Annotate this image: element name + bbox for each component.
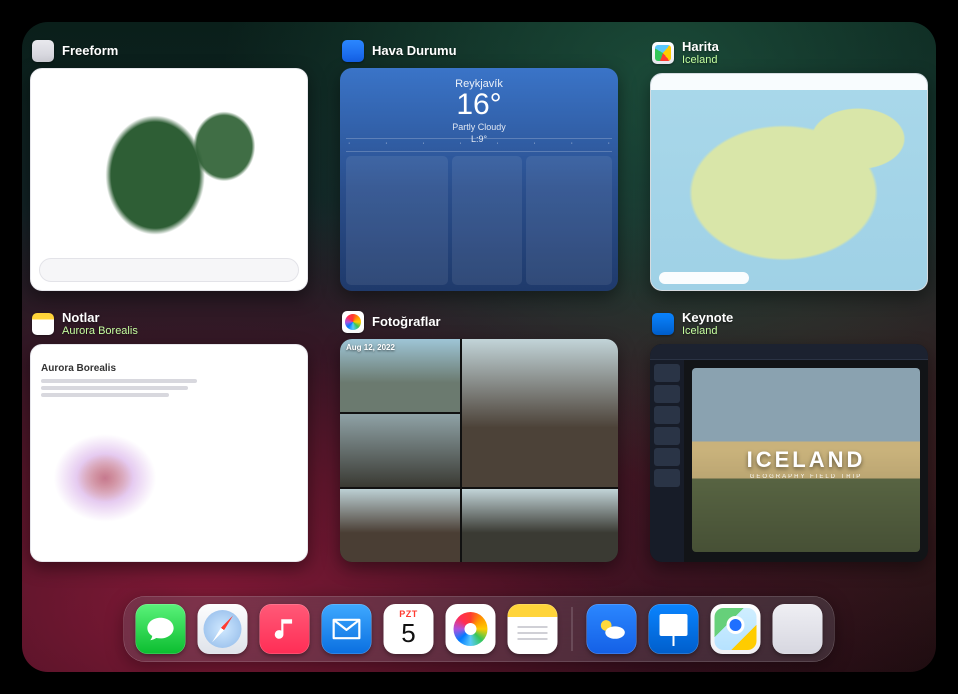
window-weather[interactable]: Hava Durumu Reykjavík 16° Partly Cloudy … — [340, 40, 618, 291]
note-diagram — [41, 405, 297, 551]
window-notes[interactable]: Notlar Aurora Borealis Aurora Borealis — [30, 311, 308, 562]
window-title: Harita — [682, 40, 719, 55]
dock-mail[interactable] — [322, 604, 372, 654]
dock-calendar[interactable]: PZT 5 — [384, 604, 434, 654]
window-header: Harita Iceland — [650, 40, 928, 73]
window-thumbnail[interactable]: Aurora Borealis — [30, 344, 308, 562]
window-maps[interactable]: Harita Iceland — [650, 40, 928, 291]
window-title: Notlar — [62, 311, 138, 326]
weather-icon — [342, 40, 364, 62]
calendar-day: 5 — [384, 618, 434, 649]
keynote-slide-nav — [650, 360, 684, 562]
keynote-slide: ICELAND GEOGRAPHY FIELD TRIP — [692, 368, 920, 552]
keynote-icon — [652, 313, 674, 335]
weather-temp: 16° — [340, 90, 618, 120]
dock-weather-recent[interactable] — [587, 604, 637, 654]
dock-music[interactable] — [260, 604, 310, 654]
weather-location: Reykjavík — [340, 78, 618, 90]
dock: PZT 5 — [124, 596, 835, 662]
notes-icon — [32, 313, 54, 335]
screen: Freeform Hava Durumu Reykjavík 16° — [22, 22, 936, 672]
note-body-lines — [41, 379, 224, 397]
weather-panel — [526, 156, 612, 285]
slide-subtitle: GEOGRAPHY FIELD TRIP — [750, 474, 862, 480]
window-photos[interactable]: Fotoğraflar Aug 12, 2022 — [340, 311, 618, 562]
dock-maps-recent[interactable] — [711, 604, 761, 654]
photos-date: Aug 12, 2022 — [346, 343, 395, 352]
sun-cloud-icon — [596, 615, 628, 643]
dock-photos[interactable] — [446, 604, 496, 654]
keynote-toolbar — [650, 344, 928, 360]
window-thumbnail[interactable]: Aug 12, 2022 — [340, 339, 618, 562]
slide-title: ICELAND — [747, 447, 866, 473]
window-keynote[interactable]: Keynote Iceland ICELAND GEOGRAPHY FIELD … — [650, 311, 928, 562]
ipad-frame: Freeform Hava Durumu Reykjavík 16° — [0, 0, 958, 694]
app-switcher: Freeform Hava Durumu Reykjavík 16° — [22, 22, 936, 672]
window-thumbnail[interactable]: ICELAND GEOGRAPHY FIELD TRIP — [650, 344, 928, 562]
window-thumbnail[interactable] — [650, 73, 928, 291]
window-header: Hava Durumu — [340, 40, 618, 68]
window-header: Keynote Iceland — [650, 311, 928, 344]
maps-icon — [652, 42, 674, 64]
window-header: Fotoğraflar — [340, 311, 618, 339]
window-subtitle: Aurora Borealis — [62, 325, 138, 338]
freeform-icon — [32, 40, 54, 62]
window-title: Keynote — [682, 311, 733, 326]
weather-condition: Partly Cloudy — [340, 122, 618, 132]
photos-icon — [342, 311, 364, 333]
dock-notes[interactable] — [508, 604, 558, 654]
message-bubble-icon — [146, 614, 176, 644]
dock-safari[interactable] — [198, 604, 248, 654]
compass-needle-icon — [210, 614, 234, 643]
window-thumbnail[interactable]: Reykjavík 16° Partly Cloudy L:9° ·······… — [340, 68, 618, 291]
window-header: Freeform — [30, 40, 308, 68]
location-pin-icon — [730, 619, 742, 631]
window-subtitle: Iceland — [682, 325, 733, 338]
dock-keynote-recent[interactable] — [649, 604, 699, 654]
weather-panel — [452, 156, 522, 285]
window-subtitle: Iceland — [682, 54, 719, 67]
dock-app-library[interactable] — [773, 604, 823, 654]
window-freeform[interactable]: Freeform — [30, 40, 308, 291]
note-title: Aurora Borealis — [41, 363, 116, 374]
weather-panel — [346, 156, 448, 285]
window-title: Freeform — [62, 44, 118, 59]
weather-hourly: ········ — [346, 138, 612, 152]
window-title: Hava Durumu — [372, 44, 457, 59]
music-note-icon — [272, 616, 298, 642]
envelope-icon — [332, 618, 362, 640]
window-header: Notlar Aurora Borealis — [30, 311, 308, 344]
window-thumbnail[interactable] — [30, 68, 308, 291]
dock-separator — [572, 607, 573, 651]
dock-messages[interactable] — [136, 604, 186, 654]
window-title: Fotoğraflar — [372, 315, 441, 330]
